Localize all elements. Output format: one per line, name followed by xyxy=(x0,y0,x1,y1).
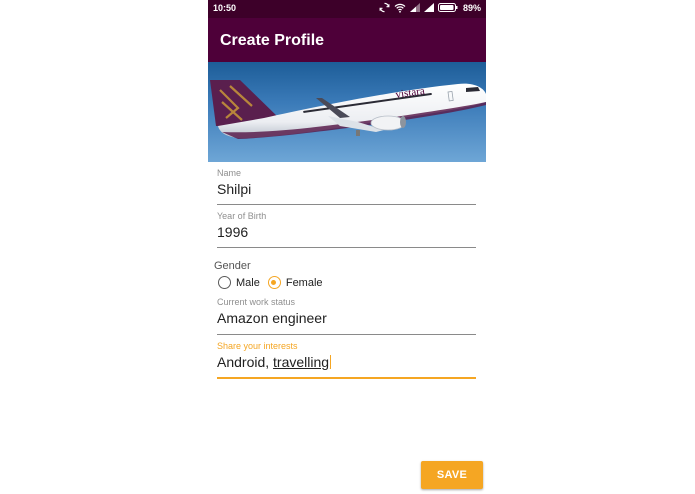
signal-icon xyxy=(423,3,434,12)
interests-text: Android, xyxy=(217,354,274,370)
interests-input[interactable]: Android, travelling xyxy=(217,354,476,370)
wifi-icon xyxy=(394,3,406,13)
radio-unchecked-icon[interactable] xyxy=(218,276,231,289)
name-underline xyxy=(217,204,476,205)
save-button[interactable]: SAVE xyxy=(421,461,483,489)
gender-female-label: Female xyxy=(285,276,323,289)
gender-male-label: Male xyxy=(236,276,260,289)
gender-female-radio[interactable]: Female xyxy=(267,276,323,289)
gender-male-radio[interactable]: Male xyxy=(218,276,260,289)
interests-underline xyxy=(217,377,476,379)
phone-screen: 10:50 89% Create Profile vistara Name Sh… xyxy=(208,0,486,494)
signal-icon xyxy=(409,3,420,12)
name-label: Name xyxy=(217,168,242,178)
airplane-image: vistara xyxy=(208,62,486,162)
status-time: 10:50 xyxy=(213,3,237,13)
name-field[interactable]: Name Shilpi xyxy=(217,168,476,205)
text-cursor xyxy=(330,355,332,369)
year-of-birth-underline xyxy=(217,247,476,248)
year-of-birth-field[interactable]: Year of Birth 1996 xyxy=(217,211,476,248)
name-input[interactable]: Shilpi xyxy=(217,181,476,197)
work-status-input[interactable]: Amazon engineer xyxy=(217,310,476,326)
page-title: Create Profile xyxy=(220,32,325,49)
gender-label: Gender xyxy=(214,260,251,272)
interests-field[interactable]: Share your interests Android, travelling xyxy=(217,341,476,379)
work-status-underline xyxy=(217,334,476,335)
battery-icon xyxy=(437,3,458,12)
status-bar: 10:50 89% xyxy=(208,0,486,18)
radio-checked-icon[interactable] xyxy=(267,276,281,289)
year-of-birth-input[interactable]: 1996 xyxy=(217,224,476,240)
work-status-field[interactable]: Current work status Amazon engineer xyxy=(217,297,476,335)
interests-text-underlined: travelling xyxy=(273,354,330,370)
year-of-birth-label: Year of Birth xyxy=(217,211,267,221)
sync-icon xyxy=(379,2,390,13)
status-icons: 89% xyxy=(379,2,481,13)
interests-label: Share your interests xyxy=(217,341,298,351)
battery-percent: 89% xyxy=(462,2,481,13)
gender-radio-group: Male Female xyxy=(218,276,331,289)
work-status-label: Current work status xyxy=(217,297,296,307)
app-bar: Create Profile xyxy=(208,18,486,62)
